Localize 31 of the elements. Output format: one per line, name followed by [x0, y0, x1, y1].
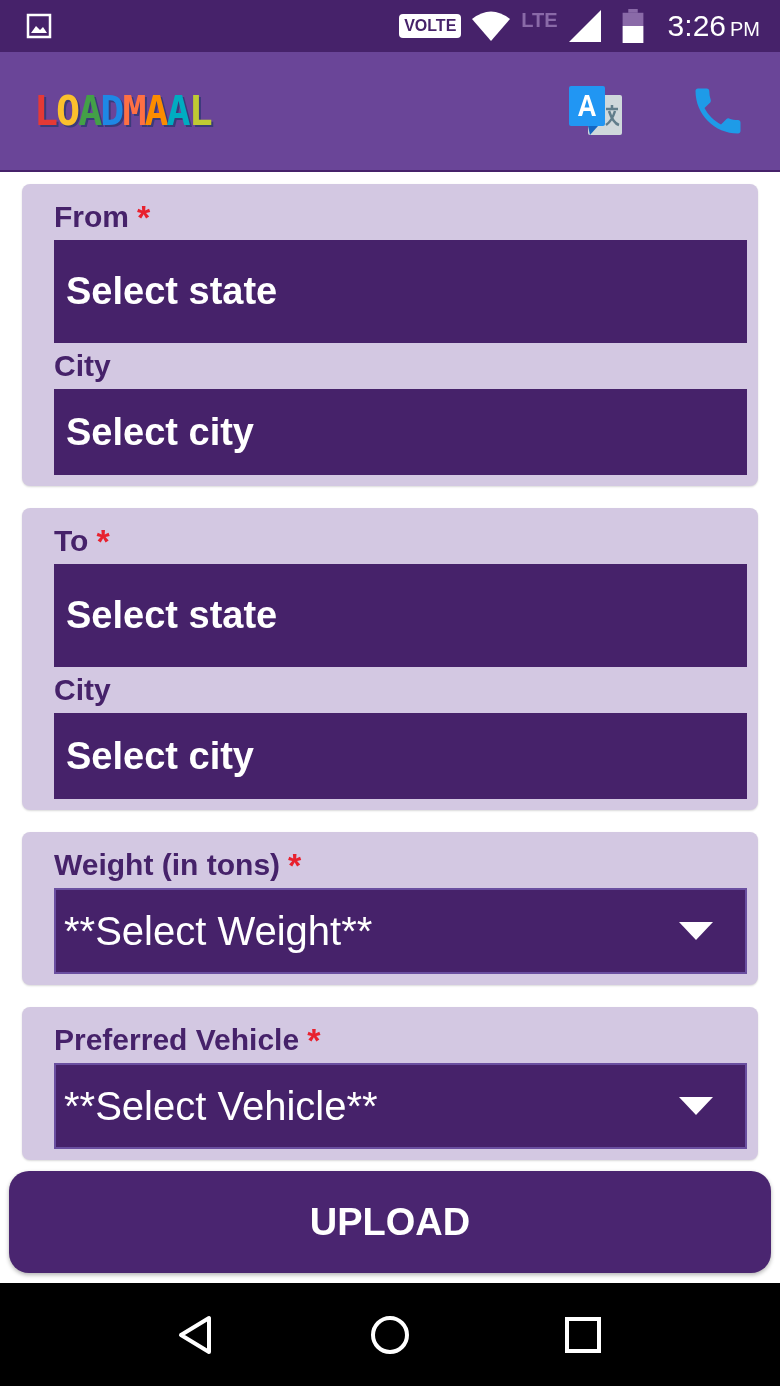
app-logo: LOADMAAL [34, 88, 211, 134]
network-type: LTE [521, 8, 558, 32]
recents-icon[interactable] [563, 1314, 604, 1355]
state-select[interactable]: Select state [54, 240, 747, 343]
volte-badge: VOLTE [399, 14, 462, 38]
signal-icon [567, 9, 602, 43]
field-label: City [54, 673, 111, 707]
state-select[interactable]: Select state [54, 564, 747, 667]
caret-icon [679, 1097, 713, 1115]
caret-icon [679, 922, 713, 940]
city-select[interactable]: Select city [54, 389, 747, 475]
translate-icon[interactable] [568, 85, 624, 137]
field-label: To [54, 524, 89, 558]
dropdown-field[interactable]: **Select Vehicle** [54, 1063, 747, 1149]
required-mark: * [137, 197, 151, 237]
clock-period: PM [730, 17, 760, 41]
dropdown-field[interactable]: **Select Weight** [54, 888, 747, 974]
clock-time: 3:26 [667, 9, 726, 43]
required-mark: * [288, 845, 302, 885]
home-icon[interactable] [370, 1314, 410, 1355]
field-label: From [54, 200, 129, 234]
field-label: Preferred Vehicle [54, 1023, 300, 1057]
battery-icon [621, 9, 644, 43]
required-mark: * [96, 521, 110, 561]
city-select[interactable]: Select city [54, 713, 747, 799]
image-icon [26, 13, 52, 39]
field-label: City [54, 349, 111, 383]
wifi-icon [471, 10, 512, 42]
upload-button[interactable]: UPLOAD [9, 1171, 771, 1273]
field-label: Weight (in tons) [54, 848, 281, 882]
required-mark: * [307, 1020, 321, 1060]
